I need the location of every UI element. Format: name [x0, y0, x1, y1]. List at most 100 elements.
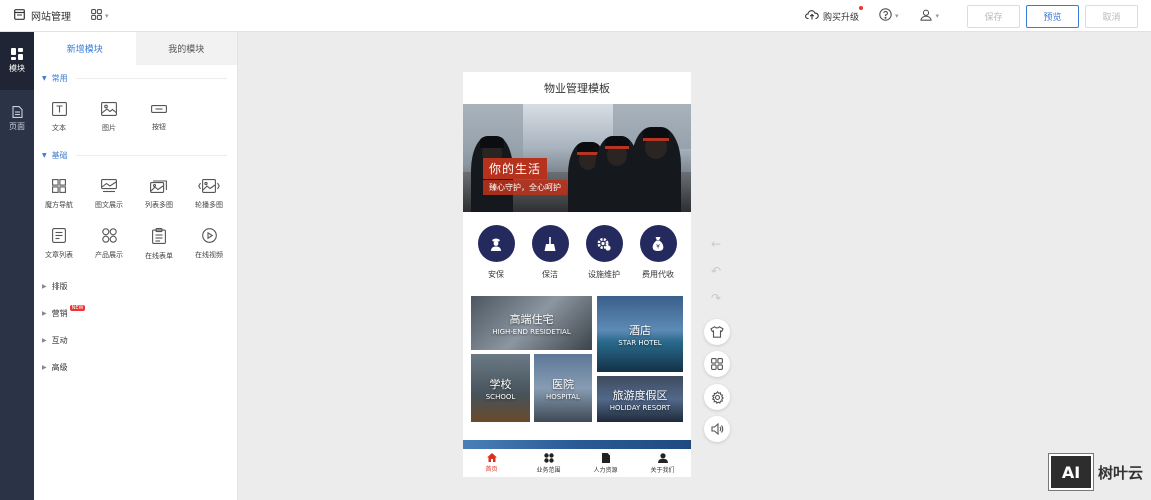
grid-icon [543, 452, 554, 463]
gear-maintenance-icon [597, 237, 611, 251]
broom-icon [544, 236, 556, 251]
phone-tab-about[interactable]: 关于我们 [634, 449, 691, 477]
svg-text:¥: ¥ [656, 243, 660, 250]
module-text[interactable]: 文本 [34, 92, 84, 142]
module-video[interactable]: 在线视频 [184, 219, 234, 269]
gear-icon [711, 390, 724, 404]
section-title: 高级 [51, 363, 68, 372]
module-product[interactable]: 产品展示 [84, 219, 134, 269]
service-security[interactable]: 安保 [469, 225, 523, 296]
section-title: 营销 [51, 309, 68, 318]
nav-item-label: 模块 [9, 64, 25, 73]
theme-shirt-button[interactable] [704, 319, 730, 345]
tab-my-modules[interactable]: 我的模块 [135, 32, 237, 65]
video-icon [201, 228, 217, 243]
apps-menu[interactable]: ▾ [91, 8, 109, 23]
cancel-button[interactable]: 取消 [1085, 4, 1138, 28]
module-article-list[interactable]: 文章列表 [34, 219, 84, 269]
new-badge: NEW [69, 304, 86, 311]
buy-upgrade-button[interactable]: 购买升级 [805, 6, 863, 23]
section-advanced-header[interactable]: ▶ 高级 [34, 354, 237, 381]
settings-button[interactable] [704, 384, 730, 410]
modules-layout-button[interactable] [704, 351, 730, 377]
text-icon [51, 101, 67, 116]
button-icon [151, 104, 167, 113]
shirt-icon [710, 326, 724, 338]
tile-residential[interactable]: 高端住宅 HIGH-END RESIDETIAL [471, 296, 592, 350]
module-cube-nav[interactable]: 魔方导航 [34, 169, 84, 219]
security-guard-icon [491, 238, 501, 251]
section-layout-header[interactable]: ▶ 排版 [34, 273, 237, 300]
section-title: 排版 [51, 282, 68, 291]
tile-hospital[interactable]: 医院 HOSPITAL [534, 354, 592, 422]
phone-tab-business[interactable]: 业务范围 [520, 449, 577, 477]
tile-school[interactable]: 学校 SCHOOL [471, 354, 530, 422]
speaker-icon [710, 423, 723, 435]
tab-new-modules[interactable]: 新增模块 [34, 32, 136, 65]
list-images-icon [150, 179, 167, 193]
site-management[interactable]: 网站管理 [14, 8, 71, 23]
tile-resort[interactable]: 旅游度假区 HOLIDAY RESORT [597, 376, 683, 422]
save-button[interactable]: 保存 [967, 4, 1020, 28]
phone-tab-home[interactable]: 首页 [463, 449, 520, 477]
caret-right-icon: ▶ [42, 310, 47, 317]
module-button[interactable]: 按钮 [134, 92, 184, 142]
nav-item-pages[interactable]: 页面 [0, 90, 34, 148]
hero-banner[interactable]: 你的生活 臻心守护，全心呵护 [463, 104, 691, 212]
banner-slogan-sub: 臻心守护，全心呵护 [483, 180, 567, 195]
module-carousel[interactable]: 轮播多图 [184, 169, 234, 219]
help-menu[interactable]: ▾ [879, 8, 898, 24]
section-interactive-header[interactable]: ▶ 互动 [34, 327, 237, 354]
site-management-label: 网站管理 [31, 12, 71, 23]
product-icon [101, 228, 117, 243]
chevron-down-icon: ▾ [105, 11, 109, 20]
back-arrow-icon[interactable]: ← [711, 237, 721, 251]
user-menu[interactable]: ▾ [920, 9, 939, 24]
service-cleaning[interactable]: 保洁 [523, 225, 577, 296]
caret-right-icon: ▶ [42, 337, 47, 344]
banner-slogan-main: 你的生活 [483, 158, 548, 179]
apps-grid-icon [91, 8, 102, 23]
undo-icon[interactable]: ↶ [711, 264, 721, 278]
module-list-images[interactable]: 列表多图 [134, 169, 184, 219]
service-maintenance[interactable]: 设施维护 [577, 225, 631, 296]
tile-hotel[interactable]: 酒店 STAR HOTEL [597, 296, 683, 372]
module-image-text[interactable]: 图文展示 [84, 169, 134, 219]
watermark: AI 树叶云 [1048, 453, 1144, 491]
document-icon [601, 452, 610, 463]
section-marketing-header[interactable]: ▶ 营销 NEW [34, 300, 237, 327]
user-icon [920, 9, 933, 24]
nav-item-modules[interactable]: 模块 [0, 32, 34, 90]
service-fee-collection[interactable]: ¥ 费用代收 [631, 225, 685, 296]
section-common-header[interactable]: ▼ 常用 [34, 65, 237, 92]
module-form[interactable]: 在线表单 [134, 219, 184, 269]
home-icon [486, 453, 497, 462]
top-bar: 网站管理 ▾ 购买升级 ▾ ▾ 保存 预览 取消 [0, 0, 1151, 32]
page-title[interactable]: 物业管理模板 [463, 72, 691, 104]
image-text-icon [101, 178, 117, 192]
audio-button[interactable] [704, 416, 730, 442]
cloud-upload-icon [805, 9, 819, 23]
help-icon [879, 8, 892, 24]
money-bag-icon: ¥ [652, 236, 664, 251]
article-list-icon [52, 228, 66, 243]
phone-tab-hr[interactable]: 人力资源 [577, 449, 634, 477]
divider [75, 155, 227, 156]
panel-tabs: 新增模块 我的模块 [34, 32, 237, 65]
divider [75, 78, 227, 79]
modules-icon [11, 48, 23, 60]
module-image[interactable]: 图片 [84, 92, 134, 142]
window-icon [14, 8, 25, 23]
section-basic-header[interactable]: ▼ 基础 [34, 142, 237, 169]
redo-icon[interactable]: ↷ [711, 291, 721, 305]
basic-modules-grid: 魔方导航 图文展示 列表多图 轮播多图 文章列表 产品展示 在线表单 在线视频 [34, 169, 237, 269]
apps-grid-icon [711, 358, 723, 370]
footer-strip [463, 440, 691, 449]
preview-button[interactable]: 预览 [1026, 4, 1079, 28]
caret-down-icon: ▼ [42, 152, 47, 159]
section-title: 常用 [51, 74, 68, 83]
person-icon [657, 452, 668, 463]
watermark-text: 树叶云 [1098, 463, 1144, 482]
left-nav: 模块 页面 [0, 32, 34, 500]
chevron-down-icon: ▾ [935, 12, 939, 20]
